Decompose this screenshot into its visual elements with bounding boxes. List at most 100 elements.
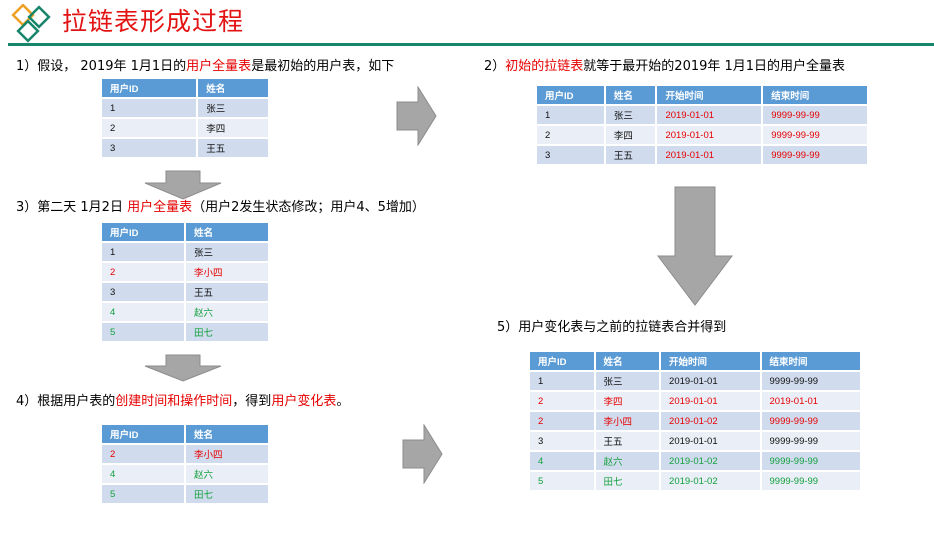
step-5-caption: 5）用户变化表与之前的拉链表合并得到 (497, 319, 726, 337)
step-4-caption: 4）根据用户表的创建时间和操作时间，得到用户变化表。 (16, 393, 349, 411)
table-row: 2 李小四 (102, 445, 268, 463)
table-cell: 2 (102, 119, 197, 137)
column-header: 姓名 (198, 79, 268, 97)
table-header-row: 用户ID 姓名 (102, 223, 268, 241)
table-row: 1 张三 2019-01-01 9999-99-99 (530, 372, 860, 390)
column-header: 姓名 (186, 223, 268, 241)
step-4-text: 4）根据用户表的 (16, 394, 116, 409)
column-header: 用户ID (102, 223, 184, 241)
step-4-highlight: 创建时间和操作时间 (115, 394, 233, 409)
step-2-caption: 2）初始的拉链表就等于最开始的2019年 1月1日的用户全量表 (484, 58, 845, 76)
table-cell: 赵六 (186, 303, 268, 321)
table-cell: 9999-99-99 (761, 472, 860, 490)
table-row: 4 赵六 (102, 465, 268, 483)
table-cell: 2019-01-01 (657, 126, 762, 144)
table-cell: 2 (102, 263, 184, 281)
step-4-text-mid: ，得到 (232, 394, 272, 409)
column-header: 姓名 (605, 86, 656, 104)
table-cell: 9999-99-99 (763, 146, 867, 164)
column-header: 姓名 (595, 352, 660, 370)
diamonds-logo-icon (11, 4, 51, 43)
table-cell: 3 (102, 283, 184, 301)
table-row: 1 张三 2019-01-01 9999-99-99 (537, 106, 867, 124)
table-cell: 2019-01-01 (657, 146, 762, 164)
table-header-row: 用户ID 姓名 (102, 79, 268, 97)
table-cell: 4 (530, 452, 594, 470)
table-row: 1 张三 (102, 243, 268, 261)
column-header: 用户ID (537, 86, 604, 104)
table-cell: 李小四 (186, 445, 268, 463)
table-cell: 张三 (198, 99, 268, 117)
table-cell: 李小四 (595, 412, 660, 430)
table-cell: 9999-99-99 (763, 126, 867, 144)
table-header-row: 用户ID 姓名 (102, 425, 268, 443)
table-cell: 9999-99-99 (761, 372, 860, 390)
table-cell: 4 (102, 303, 184, 321)
arrow-down-2-icon (144, 354, 222, 382)
table-row: 4 赵六 2019-01-02 9999-99-99 (530, 452, 860, 470)
table-cell: 9999-99-99 (761, 412, 860, 430)
table-cell: 王五 (605, 146, 656, 164)
table-row: 3 王五 2019-01-01 9999-99-99 (530, 432, 860, 450)
arrow-right-1-icon (396, 86, 437, 146)
table-day2-users: 用户ID 姓名 1 张三 2 李小四 3 王五 4 赵六 5 田七 (100, 221, 270, 343)
table-cell: 李四 (605, 126, 656, 144)
table-row: 2 李四 2019-01-01 9999-99-99 (537, 126, 867, 144)
table-cell: 2 (537, 126, 604, 144)
table-cell: 2019-01-01 (661, 432, 760, 450)
table-cell: 2019-01-01 (661, 372, 760, 390)
table-cell: 1 (537, 106, 604, 124)
step-3-highlight: 用户全量表 (127, 200, 193, 215)
step-1-highlight: 用户全量表 (186, 59, 252, 74)
table-cell: 5 (530, 472, 594, 490)
table-merged-zipper: 用户ID 姓名 开始时间 结束时间 1 张三 2019-01-01 9999-99-99 2 李四… (528, 350, 862, 492)
table-initial-zipper: 用户ID 姓名 开始时间 结束时间 1 张三 2019-01-01 9999-99-99 2 李四… (535, 84, 869, 166)
table-cell: 9999-99-99 (763, 106, 867, 124)
table-cell: 田七 (595, 472, 660, 490)
column-header: 开始时间 (657, 86, 762, 104)
step-2-text-end: 就等于最开始的2019年 1月1日的用户全量表 (583, 59, 846, 74)
table-row: 5 田七 2019-01-02 9999-99-99 (530, 472, 860, 490)
table-cell: 2 (102, 445, 184, 463)
step-4-highlight-2: 用户变化表 (271, 394, 337, 409)
column-header: 姓名 (186, 425, 268, 443)
table-cell: 1 (530, 372, 594, 390)
step-1-caption: 1）假设， 2019年 1月1日的用户全量表是最初始的用户表，如下 (16, 58, 394, 76)
table-cell: 5 (102, 323, 184, 341)
table-row: 3 王五 (102, 283, 268, 301)
table-cell: 田七 (186, 323, 268, 341)
table-cell: 李四 (595, 392, 660, 410)
table-cell: 2019-01-02 (661, 472, 760, 490)
table-cell: 3 (102, 139, 197, 157)
table-cell: 3 (537, 146, 604, 164)
step-3-text: 3）第二天 1月2日 (16, 200, 128, 215)
table-cell: 9999-99-99 (761, 452, 860, 470)
table-cell: 1 (102, 99, 197, 117)
table-cell: 2019-01-02 (661, 412, 760, 430)
column-header: 用户ID (102, 79, 197, 97)
step-2-highlight: 初始的拉链表 (505, 59, 584, 74)
table-initial-users: 用户ID 姓名 1 张三 2 李四 3 王五 (100, 77, 270, 159)
arrow-down-1-icon (144, 170, 222, 200)
table-cell: 2 (530, 412, 594, 430)
column-header: 开始时间 (661, 352, 760, 370)
table-row: 1 张三 (102, 99, 268, 117)
table-cell: 2019-01-01 (661, 392, 760, 410)
table-cell: 1 (102, 243, 184, 261)
table-cell: 赵六 (595, 452, 660, 470)
table-user-changes: 用户ID 姓名 2 李小四 4 赵六 5 田七 (100, 423, 270, 505)
step-4-text-end: 。 (336, 394, 350, 409)
table-cell: 田七 (186, 485, 268, 503)
table-row: 3 王五 2019-01-01 9999-99-99 (537, 146, 867, 164)
column-header: 用户ID (102, 425, 184, 443)
step-5-text: 5）用户变化表与之前的拉链表合并得到 (497, 320, 727, 335)
table-cell: 王五 (198, 139, 268, 157)
title-divider (8, 43, 934, 46)
table-cell: 李小四 (186, 263, 268, 281)
step-3-text-end: （用户2发生状态修改；用户4、5增加） (192, 200, 425, 215)
table-cell: 张三 (595, 372, 660, 390)
table-cell: 赵六 (186, 465, 268, 483)
table-cell: 王五 (595, 432, 660, 450)
table-cell: 王五 (186, 283, 268, 301)
step-1-text: 1）假设， 2019年 1月1日的 (16, 59, 187, 74)
